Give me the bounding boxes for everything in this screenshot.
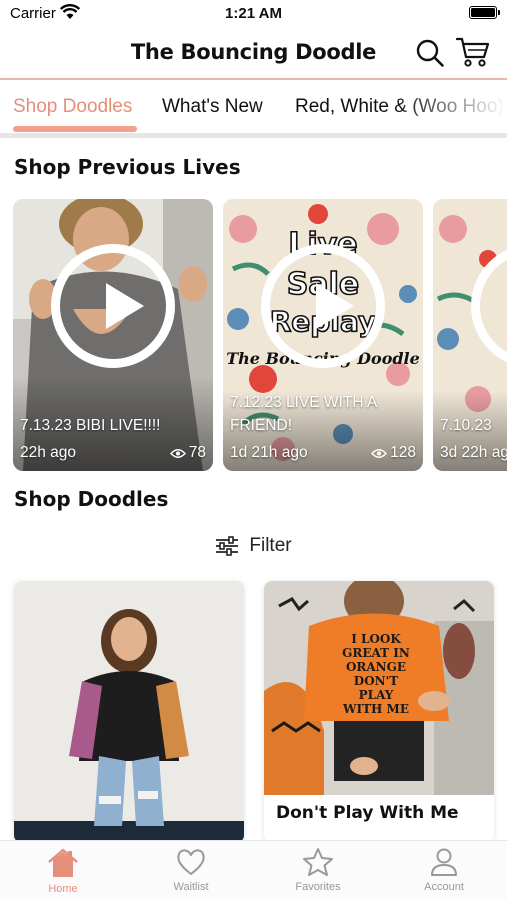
filter-icon [216,536,239,556]
lives-carousel[interactable]: 7.13.23 BIBI LIVE!!!! 22h ago 78 Live Sa… [0,199,507,473]
active-tab-indicator [13,126,137,132]
shirt-text-line: ORANGE [346,660,406,674]
star-icon [303,848,333,876]
eye-icon [371,448,388,458]
person-icon [431,848,457,876]
nav-favorites[interactable]: Favorites [268,847,368,893]
eye-icon [169,448,186,458]
product-image [14,581,244,843]
shirt-text-line: PLAY [359,688,394,702]
heart-icon [177,849,205,875]
view-count: 128 [390,444,416,461]
home-icon [48,848,78,877]
product-card[interactable]: I LOOK GREAT IN ORANGE DON'T PLAY WITH M… [264,581,494,843]
nav-label: Waitlist [173,881,209,893]
cart-icon[interactable] [456,36,490,68]
tab-shop-doodles[interactable]: Shop Doodles [13,96,132,118]
product-name: Don't Play With Me [276,803,459,823]
product-image: I LOOK GREAT IN ORANGE DON'T PLAY WITH M… [264,581,494,795]
category-tabs: Shop Doodles What's New Red, White & (Wo… [0,82,507,138]
bottom-tab-bar: Home Waitlist Favorites Account [0,840,507,900]
play-icon[interactable] [51,244,175,368]
nav-label: Favorites [295,881,341,893]
live-time-ago: 1d 21h ago [230,444,308,461]
live-card[interactable]: 7.13.23 BIBI LIVE!!!! 22h ago 78 [13,199,213,471]
clock: 1:21 AM [225,5,282,22]
nav-waitlist[interactable]: Waitlist [141,847,241,893]
nav-account[interactable]: Account [394,847,494,893]
play-icon[interactable] [261,244,385,368]
live-title: 7.13.23 BIBI LIVE!!!! [20,417,161,434]
battery-icon [469,6,500,19]
filter-button[interactable]: Filter [0,533,507,559]
header: The Bouncing Doodle [0,28,507,80]
nav-label: Account [424,881,464,893]
live-card[interactable]: Live Sale Replay The Bouncing Doodle 7.1… [223,199,423,471]
shirt-text-line: I LOOK [351,632,401,646]
live-title: 7.10.23 [440,417,492,434]
section-title-lives: Shop Previous Lives [14,155,241,179]
live-title: 7.12.23 LIVE WITH A FRIEND! [230,394,377,434]
filter-label: Filter [249,535,292,556]
live-views: 78 [169,444,206,462]
nav-label: Home [48,883,78,895]
view-count: 78 [188,444,206,461]
live-views: 128 [371,444,416,462]
live-card[interactable]: 7.10.23 3d 22h ago [433,199,507,471]
live-time-ago: 22h ago [20,444,77,461]
product-card[interactable] [14,581,244,843]
tab-whats-new[interactable]: What's New [162,96,263,118]
status-bar: Carrier 1:21 AM [0,0,507,28]
search-icon[interactable] [415,38,445,68]
section-title-products: Shop Doodles [14,487,169,511]
shirt-text-line: WITH ME [342,702,409,716]
shirt-text-line: GREAT IN [342,646,410,660]
live-time-ago: 3d 22h ago [440,444,507,461]
nav-home[interactable]: Home [13,847,113,895]
shirt-text-line: DON'T [354,674,399,688]
